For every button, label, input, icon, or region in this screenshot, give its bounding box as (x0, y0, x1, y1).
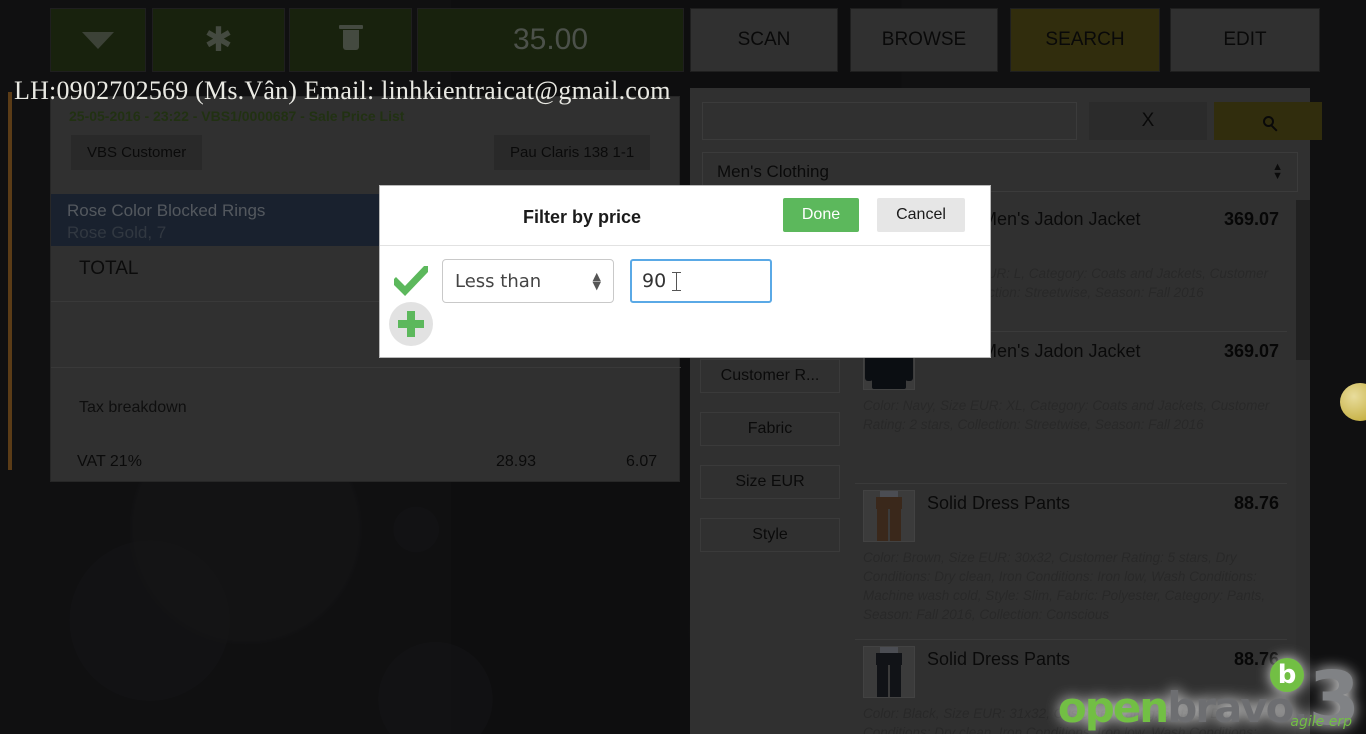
logo-word-open: open (1057, 683, 1169, 732)
cancel-button[interactable]: Cancel (877, 198, 965, 232)
modal-backdrop[interactable] (0, 0, 1366, 734)
openbravo-logo-watermark: open bravo. 3 b agile erp (1057, 658, 1360, 734)
operator-select-value: Less than (455, 270, 542, 292)
price-value-input[interactable]: 90 (630, 259, 772, 303)
chevron-updown-icon: ▲ ▼ (592, 270, 601, 292)
filter-by-price-dialog: Filter by price Done Cancel Less than ▲ ▼… (379, 185, 991, 358)
operator-select[interactable]: Less than ▲ ▼ (442, 259, 614, 303)
plus-icon (398, 311, 424, 337)
add-filter-button[interactable] (389, 302, 433, 346)
contact-watermark: LH:0902702569 (Ms.Vân) Email: linhkientr… (14, 76, 671, 105)
dialog-body: Less than ▲ ▼ 90 (380, 246, 990, 358)
price-value-text: 90 (642, 270, 667, 292)
logo-word-bravo: bravo. (1167, 683, 1308, 732)
text-cursor-icon (672, 271, 682, 291)
app-window: ● ● ● ✱ 35.00 SCAN BROWSE SEARCH EDIT 25… (0, 0, 1366, 734)
logo-tagline: agile erp (1290, 714, 1352, 730)
done-button[interactable]: Done (783, 198, 859, 232)
dialog-header: Filter by price Done Cancel (380, 186, 990, 246)
check-icon[interactable] (391, 264, 431, 297)
dialog-title: Filter by price (523, 207, 642, 227)
logo-b-mark-icon: b (1270, 658, 1304, 692)
